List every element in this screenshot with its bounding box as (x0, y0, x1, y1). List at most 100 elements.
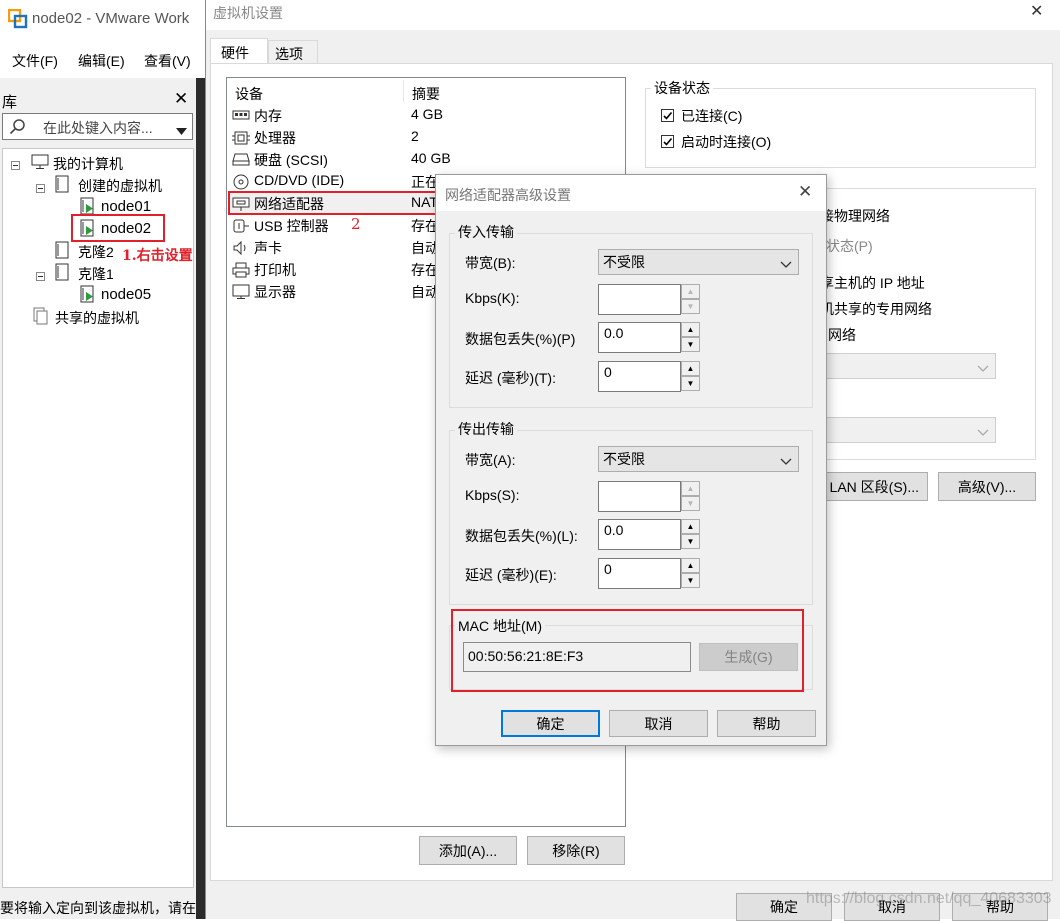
search-icon (9, 118, 26, 138)
spin-up-icon[interactable]: ▲ (681, 481, 700, 496)
nat-label: 享主机的 IP 地址 (820, 275, 925, 291)
incoming-latency-input[interactable]: 0 (598, 361, 681, 392)
spin-down-icon[interactable]: ▼ (681, 337, 700, 352)
device-name: 声卡 (254, 240, 282, 256)
library-search[interactable]: 在此处键入内容... (2, 113, 193, 140)
advanced-button[interactable]: 高级(V)... (938, 472, 1036, 501)
device-name: 内存 (254, 108, 282, 124)
device-row-hard-disk[interactable]: 硬盘 (SCSI) 40 GB (230, 148, 620, 170)
incoming-loss-input[interactable]: 0.0 (598, 322, 681, 353)
menu-bar: 文件(F) 编辑(E) 查看(V) (0, 38, 205, 78)
collapse-icon[interactable] (11, 157, 20, 173)
spin-down-icon[interactable]: ▼ (681, 299, 700, 314)
tree-clone2[interactable]: 克隆2 (78, 242, 114, 262)
shared-vm-icon (33, 307, 49, 328)
computer-icon (31, 154, 49, 173)
display-icon (232, 284, 250, 303)
dropdown-arrow-icon[interactable] (176, 122, 187, 138)
spin-down-icon[interactable]: ▼ (681, 573, 700, 588)
device-name: 显示器 (254, 284, 296, 300)
incoming-bandwidth-label: 带宽(B): (465, 255, 516, 271)
collapse-icon[interactable] (36, 268, 45, 284)
column-divider (403, 80, 404, 102)
spin-up-icon[interactable]: ▲ (681, 361, 700, 376)
title-bar: node02 - VMware Work (0, 0, 205, 38)
host-only-label: 机共享的专用网络 (820, 301, 932, 317)
connected-checkbox[interactable] (661, 109, 674, 122)
menu-view[interactable]: 查看(V) (144, 51, 191, 71)
advanced-dialog: 网络适配器高级设置 ✕ 传入传输 带宽(B): 不受限 Kbps(K): ▲ ▼ … (435, 174, 827, 746)
device-name: USB 控制器 (254, 218, 329, 234)
watermark: https://blog.csdn.net/qq_40683303 (806, 890, 1052, 907)
tree-created-vms[interactable]: 创建的虚拟机 (78, 176, 162, 196)
tree-node01[interactable]: node01 (101, 198, 151, 215)
device-name: 处理器 (254, 130, 296, 146)
hard-disk-icon (232, 152, 250, 169)
device-summary: 4 GB (411, 106, 443, 122)
device-summary: 40 GB (411, 150, 451, 166)
settings-close-icon[interactable]: ✕ (1030, 1, 1043, 21)
tab-hardware-label: 硬件 (221, 45, 249, 61)
spin-up-icon[interactable]: ▲ (681, 519, 700, 534)
tree-node05[interactable]: node05 (101, 286, 151, 303)
dialog-help-button[interactable]: 帮助 (717, 710, 816, 737)
device-name: 硬盘 (SCSI) (254, 152, 328, 168)
library-close-icon[interactable]: ✕ (174, 89, 188, 109)
device-row-processor[interactable]: 处理器 2 (230, 126, 620, 148)
spin-down-icon[interactable]: ▼ (681, 534, 700, 549)
printer-icon (232, 262, 250, 281)
spin-up-icon[interactable]: ▲ (681, 558, 700, 573)
device-status-group (645, 88, 1036, 168)
settings-title-bar: 虚拟机设置 ✕ (206, 0, 1060, 30)
settings-title: 虚拟机设置 (213, 5, 283, 21)
dialog-title: 网络适配器高级设置 (445, 187, 571, 203)
collapse-icon[interactable] (36, 180, 45, 196)
outgoing-title: 传出传输 (455, 419, 517, 439)
tree-clone1[interactable]: 克隆1 (78, 264, 114, 284)
outgoing-bandwidth-label: 带宽(A): (465, 452, 516, 468)
device-status-title: 设备状态 (651, 78, 713, 98)
status-text: 要将输入定向到该虚拟机，请在 (0, 900, 196, 916)
library-header: 库 ✕ (0, 85, 196, 113)
incoming-title: 传入传输 (455, 222, 517, 242)
chevron-down-icon (780, 453, 792, 469)
device-row-memory[interactable]: 内存 4 GB (230, 104, 620, 126)
chevron-down-icon (977, 360, 989, 376)
dialog-close-icon[interactable]: ✕ (798, 182, 812, 202)
tree-shared-vms[interactable]: 共享的虚拟机 (55, 308, 139, 328)
highlight-node02 (71, 214, 165, 242)
add-device-button[interactable]: 添加(A)... (419, 836, 517, 865)
vmware-logo-icon (7, 8, 28, 32)
device-summary: 2 (411, 128, 419, 144)
connect-at-power-on-checkbox[interactable] (661, 135, 674, 148)
incoming-kbps-input[interactable] (598, 284, 681, 315)
outgoing-loss-input[interactable]: 0.0 (598, 519, 681, 550)
menu-file[interactable]: 文件(F) (12, 51, 58, 71)
tab-options[interactable]: 选项 (268, 40, 318, 64)
tab-hardware[interactable]: 硬件 (210, 38, 268, 64)
lan-segments-button-label: LAN 区段(S)... (829, 478, 919, 495)
remove-device-button[interactable]: 移除(R) (527, 836, 625, 865)
cpu-icon (232, 130, 250, 149)
dialog-cancel-button[interactable]: 取消 (609, 710, 708, 737)
spin-down-icon[interactable]: ▼ (681, 496, 700, 511)
outgoing-latency-label: 延迟 (毫秒)(E): (465, 567, 557, 583)
incoming-bandwidth-select[interactable]: 不受限 (598, 249, 799, 275)
menu-edit[interactable]: 编辑(E) (78, 51, 125, 71)
outgoing-kbps-input[interactable] (598, 481, 681, 512)
incoming-loss-label: 数据包丢失(%)(P) (465, 331, 576, 347)
tree-my-computer[interactable]: 我的计算机 (53, 154, 123, 174)
window-title: node02 - VMware Work (32, 10, 190, 27)
connect-at-power-on-label[interactable]: 启动时连接(O) (681, 132, 771, 152)
device-name: CD/DVD (IDE) (254, 172, 345, 188)
connected-label[interactable]: 已连接(C) (681, 106, 742, 126)
spin-down-icon[interactable]: ▼ (681, 376, 700, 391)
outgoing-latency-input[interactable]: 0 (598, 558, 681, 589)
incoming-kbps-label: Kbps(K): (465, 290, 520, 306)
spin-up-icon[interactable]: ▲ (681, 284, 700, 299)
search-input[interactable]: 在此处键入内容... (43, 118, 153, 138)
spin-up-icon[interactable]: ▲ (681, 322, 700, 337)
incoming-bandwidth-value: 不受限 (603, 254, 645, 270)
outgoing-bandwidth-select[interactable]: 不受限 (598, 446, 799, 472)
dialog-ok-button[interactable]: 确定 (501, 710, 600, 737)
